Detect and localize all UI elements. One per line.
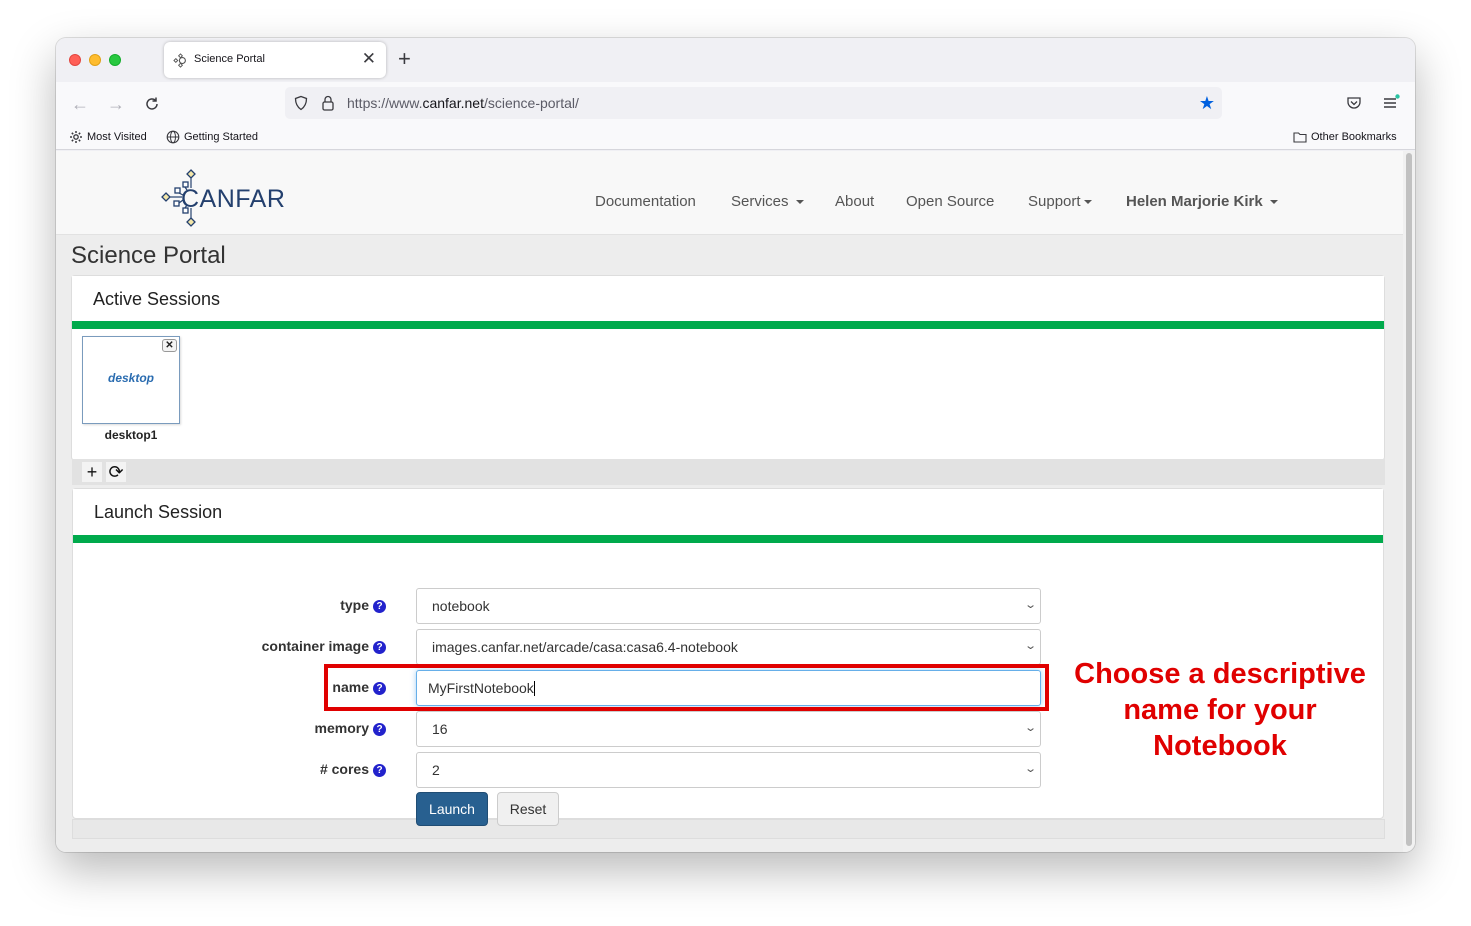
active-sessions-title: Active Sessions xyxy=(93,289,221,309)
launch-panel-footer xyxy=(72,819,1385,839)
scrollbar-thumb[interactable] xyxy=(1406,153,1412,846)
memory-label: memory? xyxy=(86,720,386,736)
session-name: desktop1 xyxy=(104,428,158,442)
bookmark-getting-started[interactable]: Getting Started xyxy=(166,130,258,144)
nav-about[interactable]: About xyxy=(835,193,874,210)
caret-down-icon xyxy=(795,200,804,205)
cores-label: # cores? xyxy=(86,761,386,777)
annotation-highlight-box xyxy=(324,664,1049,711)
chevron-down-icon: ⌄ xyxy=(1023,599,1037,611)
session-type: desktop xyxy=(107,371,154,385)
bookmark-star-icon[interactable]: ★ xyxy=(1199,93,1215,113)
container-image-label: container image? xyxy=(86,638,386,654)
folder-icon xyxy=(1293,132,1307,143)
browser-window: Science Portal ✕ + ← → https://www.canfa… xyxy=(56,38,1415,852)
reload-icon[interactable] xyxy=(139,92,165,116)
navigation-toolbar: ← → https://www.canfar.net/science-porta… xyxy=(56,82,1415,126)
other-bookmarks[interactable]: Other Bookmarks xyxy=(1293,130,1397,144)
active-sessions-header: Active Sessions xyxy=(72,276,1384,329)
nav-support[interactable]: Support xyxy=(1028,193,1092,210)
launch-session-title: Launch Session xyxy=(94,502,223,522)
nav-services[interactable]: Services xyxy=(731,193,804,210)
url-text[interactable]: https://www.canfar.net/science-portal/ xyxy=(347,95,579,111)
page-content: CANFAR Documentation Services About Open… xyxy=(56,151,1403,852)
tab-close-icon[interactable]: ✕ xyxy=(362,49,376,69)
help-icon[interactable]: ? xyxy=(373,600,386,613)
url-bar[interactable]: https://www.canfar.net/science-portal/ ★ xyxy=(285,87,1222,119)
chevron-down-icon: ⌄ xyxy=(1023,722,1037,734)
page-scrollbar[interactable] xyxy=(1403,151,1415,852)
add-session-icon[interactable]: + xyxy=(82,462,102,482)
delete-session-icon[interactable]: ✕ xyxy=(162,339,177,352)
page-title: Science Portal xyxy=(71,242,226,269)
lock-icon[interactable] xyxy=(321,95,335,111)
hamburger-menu-icon[interactable] xyxy=(1382,94,1400,112)
gear-icon xyxy=(70,131,82,143)
sessions-toolbar: + ⟳ xyxy=(72,459,1385,485)
zoom-window-button[interactable] xyxy=(109,54,121,66)
type-label: type? xyxy=(86,597,386,613)
logo-text[interactable]: CANFAR xyxy=(181,185,285,214)
help-icon[interactable]: ? xyxy=(373,641,386,654)
forward-arrow-icon[interactable]: → xyxy=(103,92,129,116)
back-arrow-icon[interactable]: ← xyxy=(67,92,93,116)
nav-user-menu[interactable]: Helen Marjorie Kirk xyxy=(1126,193,1278,210)
launch-session-header: Launch Session xyxy=(73,489,1383,543)
browser-tab[interactable]: Science Portal ✕ xyxy=(164,42,386,78)
session-card[interactable]: ✕ desktop xyxy=(82,336,180,424)
canfar-favicon-icon xyxy=(173,53,186,68)
type-select[interactable]: notebook ⌄ xyxy=(416,588,1041,624)
close-window-button[interactable] xyxy=(69,54,81,66)
pocket-icon[interactable] xyxy=(1346,95,1362,111)
container-image-select[interactable]: images.canfar.net/arcade/casa:casa6.4-no… xyxy=(416,629,1041,665)
chevron-down-icon: ⌄ xyxy=(1023,763,1037,775)
launch-button[interactable]: Launch xyxy=(416,792,488,826)
new-tab-button[interactable]: + xyxy=(398,48,411,70)
bookmark-most-visited[interactable]: Most Visited xyxy=(69,130,147,144)
refresh-sessions-icon[interactable]: ⟳ xyxy=(106,462,126,482)
memory-select[interactable]: 16 ⌄ xyxy=(416,711,1041,747)
annotation-text: Choose a descriptive name for your Noteb… xyxy=(1074,658,1366,762)
nav-documentation[interactable]: Documentation xyxy=(595,193,696,210)
caret-down-icon xyxy=(1269,200,1278,205)
globe-icon xyxy=(166,130,180,144)
nav-open-source[interactable]: Open Source xyxy=(906,193,994,210)
chevron-down-icon: ⌄ xyxy=(1023,640,1037,652)
help-icon[interactable]: ? xyxy=(373,764,386,777)
cores-select[interactable]: 2 ⌄ xyxy=(416,752,1041,788)
shield-icon[interactable] xyxy=(293,95,309,111)
tab-title: Science Portal xyxy=(194,53,265,65)
help-icon[interactable]: ? xyxy=(373,723,386,736)
site-header: CANFAR Documentation Services About Open… xyxy=(56,151,1403,235)
active-sessions-panel: Active Sessions xyxy=(71,275,1385,461)
minimize-window-button[interactable] xyxy=(89,54,101,66)
reset-button[interactable]: Reset xyxy=(497,792,559,826)
tab-bar: Science Portal ✕ + xyxy=(56,38,1415,82)
bookmarks-bar: Most Visited Getting Started Other Bookm… xyxy=(56,126,1415,150)
caret-down-icon xyxy=(1083,200,1092,205)
